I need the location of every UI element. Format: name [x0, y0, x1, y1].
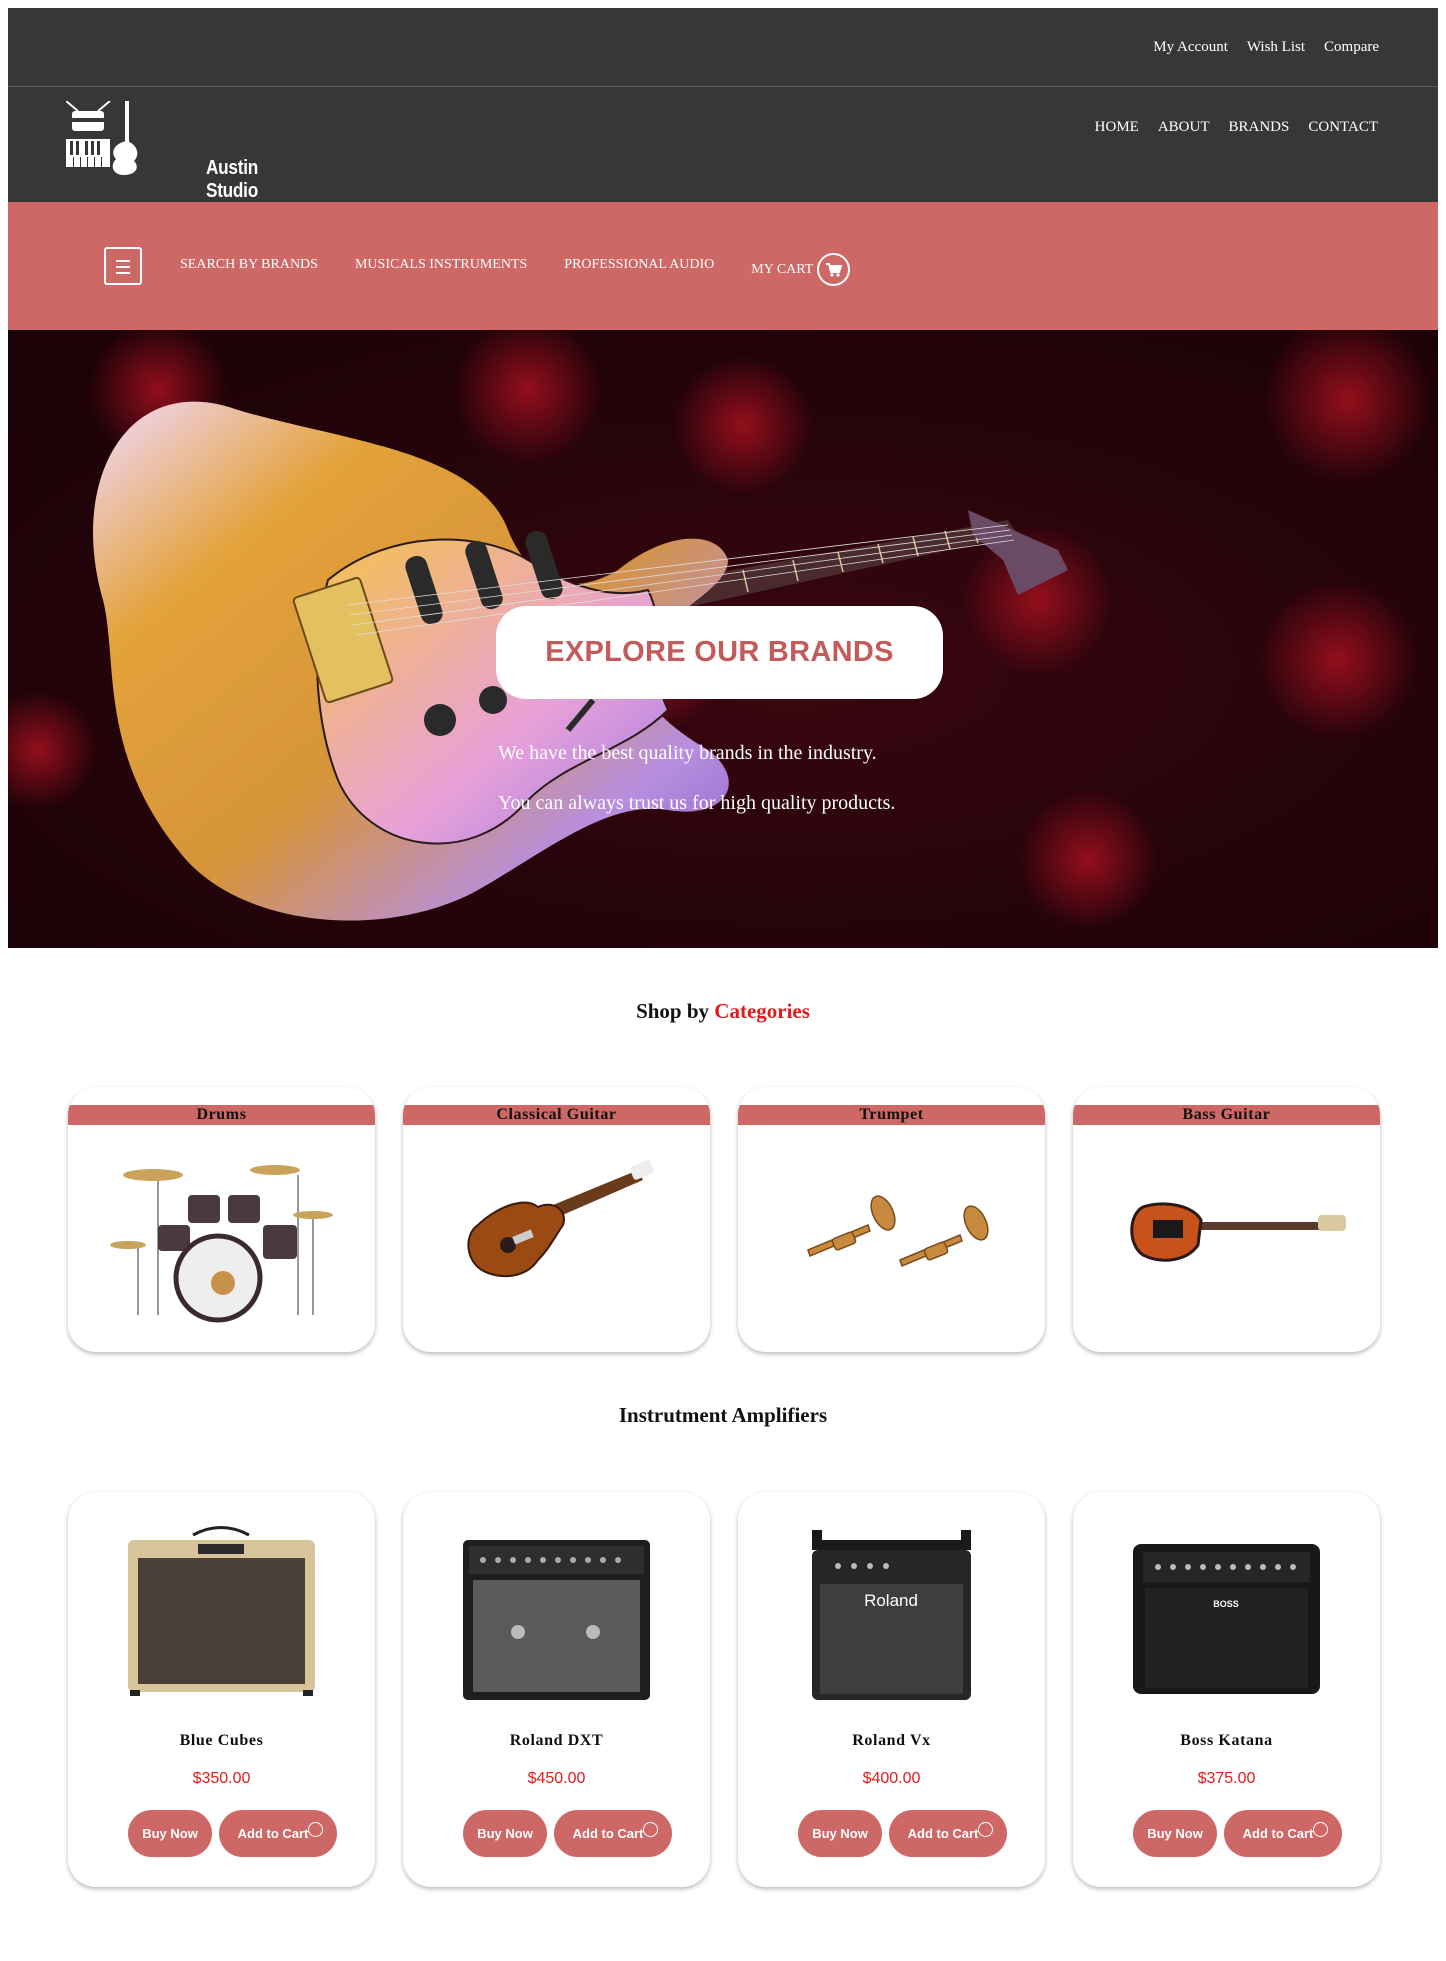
category-card-trumpet[interactable]: Trumpet: [738, 1087, 1045, 1352]
hero-tagline-2: You can always trust us for high quality…: [498, 792, 896, 814]
my-cart-button[interactable]: MY CART: [751, 253, 851, 286]
wish-list-link[interactable]: Wish List: [1247, 39, 1305, 56]
product-card-roland-vx: Roland Roland Vx $400.00 Buy Now Add to …: [738, 1492, 1045, 1887]
cart-circle-icon: [308, 1822, 323, 1837]
roland-dxt-amp-image: [463, 1540, 650, 1700]
roland-logo-text: Roland: [864, 1591, 918, 1610]
add-to-cart-label: Add to Cart: [907, 1826, 979, 1841]
category-bar: SEARCH BY BRANDS MUSICALS INSTRUMENTS PR…: [8, 202, 1438, 330]
categories-heading-accent: Categories: [714, 999, 810, 1023]
product-name: Roland Vx: [852, 1732, 931, 1749]
top-utility-bar: My Account Wish List Compare: [8, 8, 1438, 87]
product-price: $450.00: [527, 1770, 586, 1787]
musical-instruments-link[interactable]: MUSICALS INSTRUMENTS: [355, 257, 527, 273]
product-name: Roland DXT: [509, 1732, 604, 1749]
site-logo[interactable]: Austin Studio: [65, 100, 266, 202]
add-to-cart-label: Add to Cart: [1242, 1826, 1314, 1841]
add-to-cart-label: Add to Cart: [572, 1826, 644, 1841]
buy-now-button[interactable]: Buy Now: [798, 1810, 882, 1857]
roland-vx-amp-image: Roland: [812, 1530, 971, 1700]
nav-contact[interactable]: CONTACT: [1308, 119, 1378, 136]
boss-katana-amp-image: BOSS: [1133, 1544, 1320, 1694]
product-price: $400.00: [862, 1770, 921, 1787]
add-to-cart-label: Add to Cart: [237, 1826, 309, 1841]
buy-now-button[interactable]: Buy Now: [463, 1810, 547, 1857]
product-name: Boss Katana: [1180, 1732, 1273, 1749]
menu-icon[interactable]: [104, 247, 142, 285]
hero-tagline-1: We have the best quality brands in the i…: [498, 742, 877, 764]
nav-home[interactable]: HOME: [1095, 119, 1139, 136]
category-name: Drums: [68, 1105, 375, 1125]
my-cart-label: MY CART: [751, 261, 814, 277]
explore-brands-button[interactable]: EXPLORE OUR BRANDS: [496, 606, 943, 699]
cart-circle-icon: [978, 1822, 993, 1837]
add-to-cart-button[interactable]: Add to Cart: [1224, 1810, 1342, 1857]
product-card-roland-dxt: Roland DXT $450.00 Buy Now Add to Cart: [403, 1492, 710, 1887]
buy-now-button[interactable]: Buy Now: [128, 1810, 212, 1857]
category-name: Trumpet: [738, 1105, 1045, 1125]
drum-kit-image: [110, 1165, 333, 1323]
nav-about[interactable]: ABOUT: [1158, 119, 1210, 136]
search-by-brands-link[interactable]: SEARCH BY BRANDS: [180, 257, 318, 273]
logo-text: Austin Studio: [206, 157, 258, 202]
product-card-blue-cubes: Blue Cubes $350.00 Buy Now Add to Cart: [68, 1492, 375, 1887]
classical-guitar-image: [467, 1160, 654, 1278]
cart-circle-icon: [643, 1822, 658, 1837]
utility-links: My Account Wish List Compare: [1153, 39, 1379, 56]
blue-cubes-amp-image: [128, 1526, 315, 1696]
product-actions: Buy Now Add to Cart: [463, 1810, 672, 1857]
product-actions: Buy Now Add to Cart: [128, 1810, 337, 1857]
trumpet-image: [807, 1195, 989, 1268]
category-name: Classical Guitar: [403, 1105, 710, 1125]
product-actions: Buy Now Add to Cart: [798, 1810, 1007, 1857]
boss-logo-text: BOSS: [1213, 1599, 1239, 1609]
category-card-drums[interactable]: Drums: [68, 1087, 375, 1352]
category-card-bass-guitar[interactable]: Bass Guitar: [1073, 1087, 1380, 1352]
categories-heading-prefix: Shop by: [636, 999, 710, 1023]
product-actions: Buy Now Add to Cart: [1133, 1810, 1342, 1857]
categories-heading: Shop by Categories: [0, 999, 1446, 1024]
product-price: $350.00: [192, 1770, 251, 1787]
cart-circle-icon: [1313, 1822, 1328, 1837]
category-card-classical-guitar[interactable]: Classical Guitar: [403, 1087, 710, 1352]
cart-icon: [817, 253, 851, 286]
my-account-link[interactable]: My Account: [1153, 39, 1228, 56]
product-price: $375.00: [1197, 1770, 1256, 1787]
site-header: Austin Studio HOME ABOUT BRANDS CONTACT: [8, 87, 1438, 202]
category-name: Bass Guitar: [1073, 1105, 1380, 1125]
nav-brands[interactable]: BRANDS: [1229, 119, 1290, 136]
amplifiers-heading: Instrutment Amplifiers: [618, 1403, 828, 1427]
add-to-cart-button[interactable]: Add to Cart: [889, 1810, 1007, 1857]
professional-audio-link[interactable]: PROFESSIONAL AUDIO: [564, 257, 714, 273]
buy-now-button[interactable]: Buy Now: [1133, 1810, 1217, 1857]
main-nav: HOME ABOUT BRANDS CONTACT: [1095, 119, 1378, 136]
compare-link[interactable]: Compare: [1324, 39, 1379, 56]
add-to-cart-button[interactable]: Add to Cart: [219, 1810, 337, 1857]
category-links: SEARCH BY BRANDS MUSICALS INSTRUMENTS PR…: [180, 248, 851, 286]
product-card-boss-katana: BOSS Boss Katana $375.00 Buy Now Add to …: [1073, 1492, 1380, 1887]
add-to-cart-button[interactable]: Add to Cart: [554, 1810, 672, 1857]
bass-guitar-image: [1130, 1202, 1346, 1262]
product-name: Blue Cubes: [179, 1732, 264, 1749]
hero-banner: EXPLORE OUR BRANDS We have the best qual…: [8, 330, 1438, 948]
